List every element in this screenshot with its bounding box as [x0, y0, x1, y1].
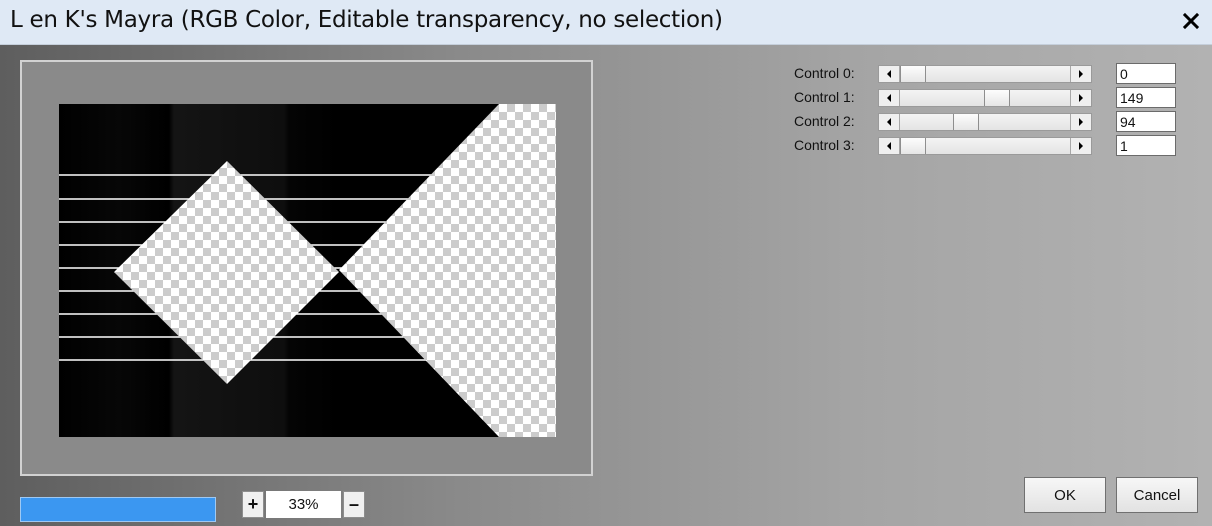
close-button[interactable]: [1176, 6, 1206, 36]
control-scrollbar[interactable]: [878, 89, 1092, 107]
preview-canvas: [59, 104, 556, 437]
cancel-button[interactable]: Cancel: [1116, 477, 1198, 513]
control-label: Control 2:: [794, 113, 855, 129]
preview-frame: [20, 60, 593, 476]
scroll-thumb[interactable]: [900, 66, 926, 82]
filter-dialog: L en K's Mayra (RGB Color, Editable tran…: [0, 0, 1212, 526]
scroll-left-button[interactable]: [879, 90, 900, 106]
control-value-input[interactable]: [1116, 87, 1176, 108]
scroll-thumb[interactable]: [900, 138, 926, 154]
scroll-right-button[interactable]: [1070, 90, 1091, 106]
control-value-input[interactable]: [1116, 63, 1176, 84]
preview-image[interactable]: [59, 104, 556, 437]
zoom-in-button[interactable]: +: [242, 491, 264, 518]
scroll-right-button[interactable]: [1070, 138, 1091, 154]
scroll-left-button[interactable]: [879, 114, 900, 130]
diamond-shape: [114, 161, 339, 384]
control-label: Control 3:: [794, 137, 855, 153]
scroll-left-button[interactable]: [879, 138, 900, 154]
arrow-left-icon: [887, 118, 891, 126]
control-scrollbar[interactable]: [878, 137, 1092, 155]
arrow-right-icon: [1079, 70, 1083, 78]
control-row-1: Control 1:: [790, 86, 1180, 108]
control-value-input[interactable]: [1116, 135, 1176, 156]
control-label: Control 1:: [794, 89, 855, 105]
close-icon: [1182, 12, 1200, 30]
control-label: Control 0:: [794, 65, 855, 81]
control-row-3: Control 3:: [790, 134, 1180, 156]
wedge-shape: [339, 104, 556, 437]
scroll-thumb[interactable]: [983, 90, 1010, 106]
control-value-input[interactable]: [1116, 111, 1176, 132]
zoom-out-button[interactable]: –: [343, 491, 365, 518]
scroll-right-button[interactable]: [1070, 66, 1091, 82]
window-title: L en K's Mayra (RGB Color, Editable tran…: [10, 7, 723, 33]
progress-bar: [20, 497, 216, 522]
zoom-level: 33%: [266, 491, 341, 518]
arrow-left-icon: [887, 70, 891, 78]
ok-button[interactable]: OK: [1024, 477, 1106, 513]
control-row-0: Control 0:: [790, 62, 1180, 84]
control-row-2: Control 2:: [790, 110, 1180, 132]
scroll-thumb[interactable]: [953, 114, 980, 130]
scroll-left-button[interactable]: [879, 66, 900, 82]
arrow-right-icon: [1079, 94, 1083, 102]
arrow-right-icon: [1079, 118, 1083, 126]
control-scrollbar[interactable]: [878, 65, 1092, 83]
control-scrollbar[interactable]: [878, 113, 1092, 131]
title-bar: L en K's Mayra (RGB Color, Editable tran…: [0, 0, 1212, 45]
scroll-right-button[interactable]: [1070, 114, 1091, 130]
arrow-right-icon: [1079, 142, 1083, 150]
arrow-left-icon: [887, 142, 891, 150]
arrow-left-icon: [887, 94, 891, 102]
